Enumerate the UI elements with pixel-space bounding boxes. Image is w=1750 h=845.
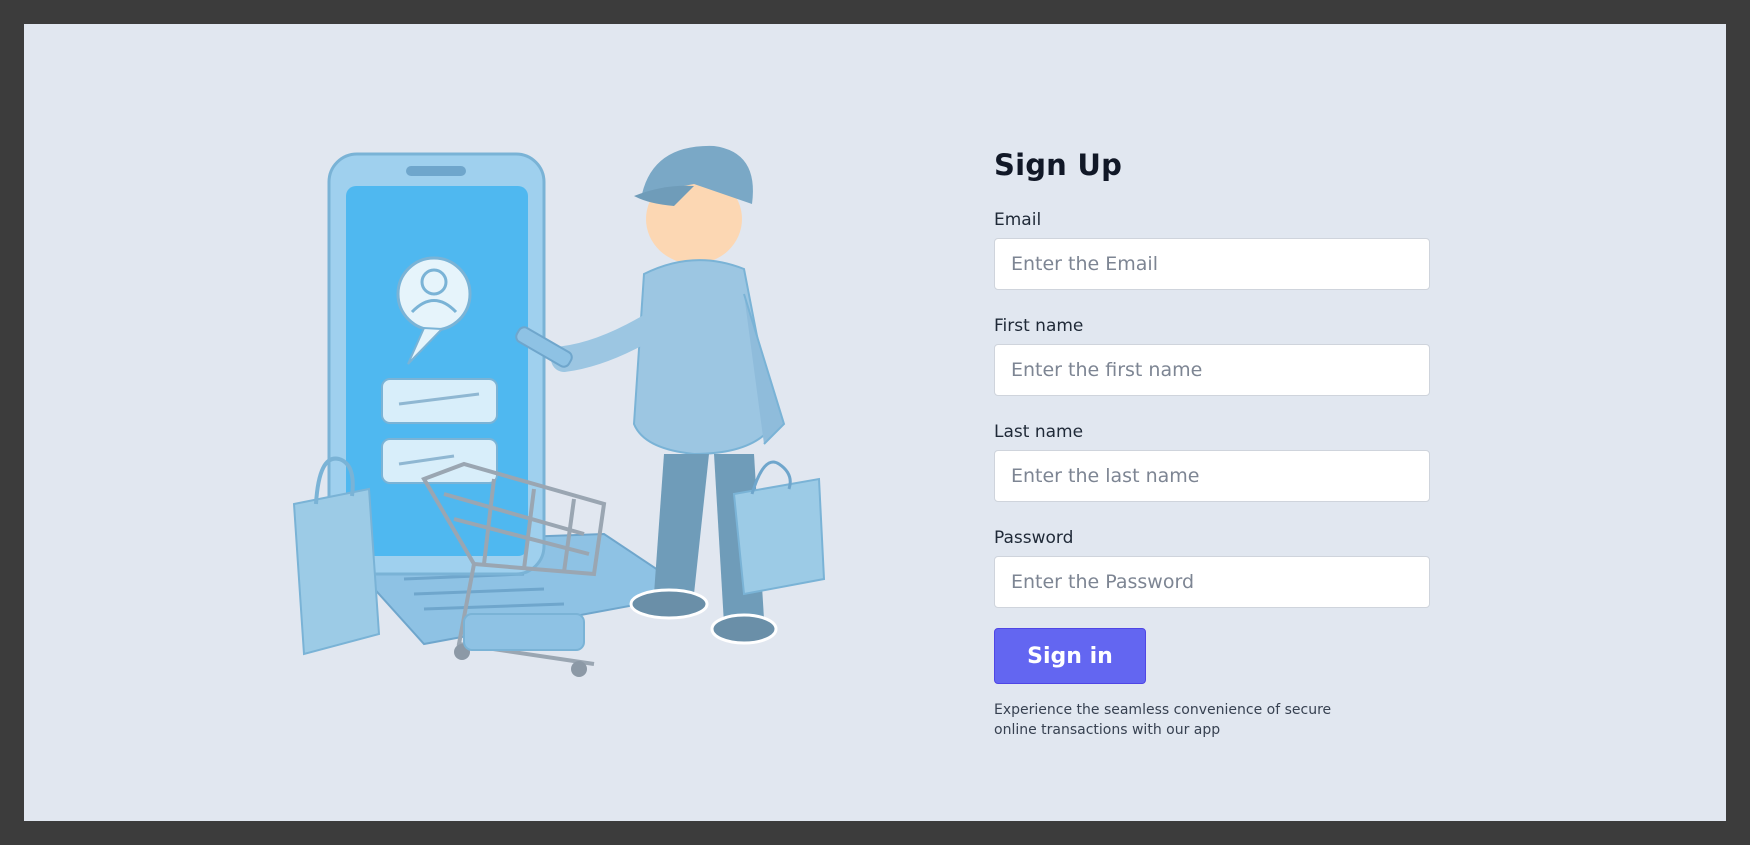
online-shopping-illustration: [274, 124, 914, 764]
last-name-field-group: Last name: [994, 422, 1430, 502]
footnote-text: Experience the seamless convenience of s…: [994, 702, 1332, 738]
last-name-field[interactable]: [994, 450, 1430, 502]
last-name-label: Last name: [994, 422, 1084, 442]
page-frame: Sign Up Email First name Last name Passw…: [24, 24, 1726, 821]
email-label: Email: [994, 210, 1042, 230]
first-name-label: First name: [994, 316, 1084, 336]
shopping-illustration-icon: [292, 145, 826, 677]
password-field[interactable]: [994, 556, 1430, 608]
email-field-group: Email: [994, 210, 1430, 290]
first-name-field-group: First name: [994, 316, 1430, 396]
email-field[interactable]: [994, 238, 1430, 290]
sign-in-button[interactable]: Sign in: [994, 628, 1146, 684]
password-field-group: Password: [994, 528, 1430, 608]
signup-form: Sign Up Email First name Last name Passw…: [994, 124, 1430, 740]
password-label: Password: [994, 528, 1074, 548]
page-title: Sign Up: [994, 148, 1123, 182]
first-name-field[interactable]: [994, 344, 1430, 396]
